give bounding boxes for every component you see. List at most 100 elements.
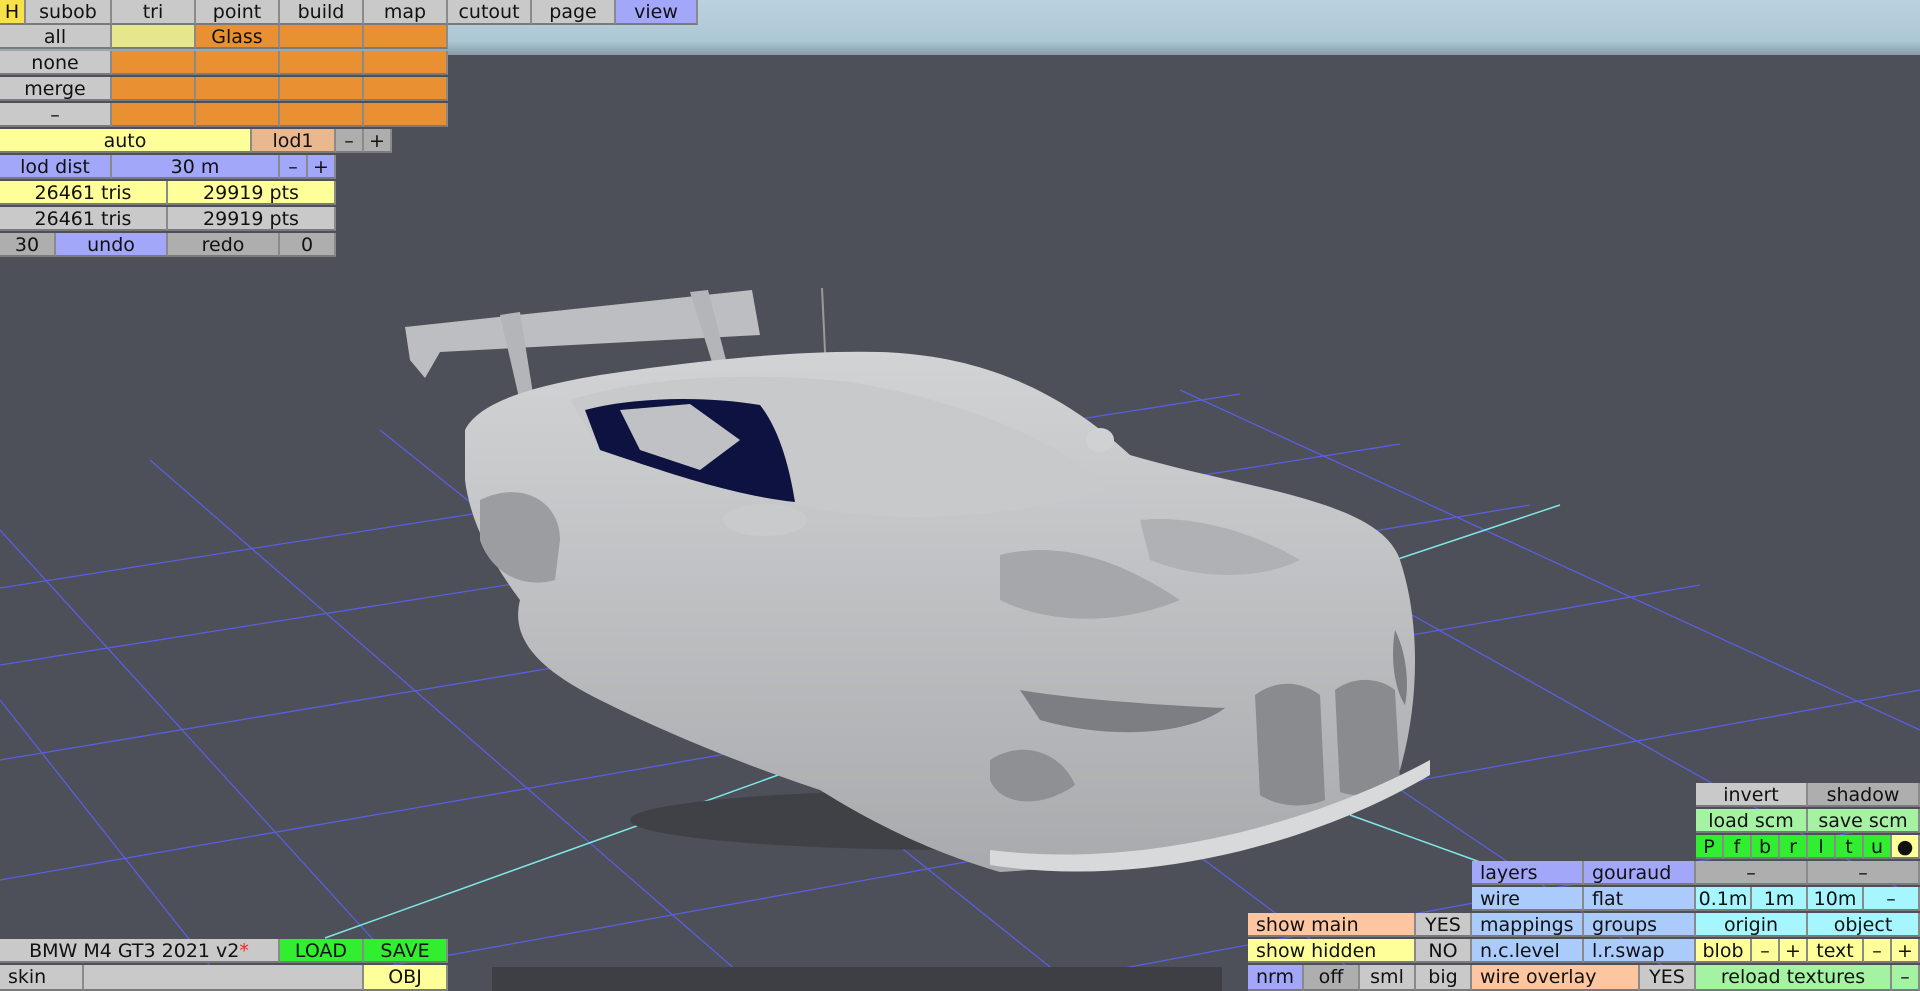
text-button[interactable]: text xyxy=(1808,939,1864,963)
subob-slot-0[interactable] xyxy=(112,25,196,49)
lod-dist-plus-button[interactable]: + xyxy=(308,155,336,179)
groups-button[interactable]: groups xyxy=(1584,913,1696,937)
save-button[interactable]: SAVE xyxy=(364,939,448,963)
show-hidden-value[interactable]: NO xyxy=(1416,939,1472,963)
grid-1m-button[interactable]: 1m xyxy=(1752,887,1808,911)
scene-dash-left[interactable]: – xyxy=(1696,861,1808,885)
lod-minus-button[interactable]: – xyxy=(336,129,364,153)
layers-button[interactable]: layers xyxy=(1472,861,1584,885)
blob-button[interactable]: blob xyxy=(1696,939,1752,963)
subob-slot-14[interactable] xyxy=(280,103,364,127)
total-pts-count: 29919 pts xyxy=(168,207,336,231)
shadow-button[interactable]: shadow xyxy=(1808,783,1920,807)
show-hidden-toggle[interactable]: show hidden xyxy=(1248,939,1416,963)
tab-build[interactable]: build xyxy=(280,0,364,25)
select-all-button[interactable]: all xyxy=(0,25,112,49)
subob-slot-15[interactable] xyxy=(364,103,448,127)
view-front-button[interactable]: f xyxy=(1724,835,1752,859)
lod-dist-label: lod dist xyxy=(0,155,112,179)
status-strip xyxy=(492,967,1222,991)
redo-button[interactable]: redo xyxy=(168,233,280,257)
show-main-value[interactable]: YES xyxy=(1416,913,1472,937)
skin-button[interactable]: skin xyxy=(0,965,84,991)
text-plus-button[interactable]: + xyxy=(1892,939,1920,963)
lod-dist-minus-button[interactable]: – xyxy=(280,155,308,179)
reload-dash-button[interactable]: – xyxy=(1892,965,1920,991)
subob-slot-6[interactable] xyxy=(280,51,364,75)
blob-minus-button[interactable]: – xyxy=(1752,939,1780,963)
view-right-button[interactable]: r xyxy=(1780,835,1808,859)
scene-dash-right[interactable]: – xyxy=(1808,861,1920,885)
view-top-button[interactable]: t xyxy=(1836,835,1864,859)
lod-level-button[interactable]: lod1 xyxy=(252,129,336,153)
wire-overlay-toggle[interactable]: wire overlay xyxy=(1472,965,1640,991)
flat-button[interactable]: flat xyxy=(1584,887,1696,911)
view-left-button[interactable]: l xyxy=(1808,835,1836,859)
subob-slot-11[interactable] xyxy=(364,77,448,101)
nc-level-button[interactable]: n.c.level xyxy=(1472,939,1584,963)
modified-marker: * xyxy=(239,940,249,962)
normals-off-button[interactable]: off xyxy=(1304,965,1360,991)
select-none-button[interactable]: none xyxy=(0,51,112,75)
total-tris-count: 26461 tris xyxy=(0,207,168,231)
normals-small-button[interactable]: sml xyxy=(1360,965,1416,991)
tab-subob[interactable]: subob xyxy=(26,0,112,25)
subob-slot-7[interactable] xyxy=(364,51,448,75)
tab-point[interactable]: point xyxy=(196,0,280,25)
tab-map[interactable]: map xyxy=(364,0,448,25)
subob-slot-8[interactable] xyxy=(112,77,196,101)
text-minus-button[interactable]: – xyxy=(1864,939,1892,963)
undo-button[interactable]: undo xyxy=(56,233,168,257)
car-model xyxy=(405,287,1430,872)
subob-slot-glass[interactable]: Glass xyxy=(196,25,280,49)
grid-0-1m-button[interactable]: 0.1m xyxy=(1696,887,1752,911)
view-dot-button[interactable]: ● xyxy=(1892,835,1920,859)
wire-button[interactable]: wire xyxy=(1472,887,1584,911)
load-button[interactable]: LOAD xyxy=(280,939,364,963)
wire-overlay-value[interactable]: YES xyxy=(1640,965,1696,991)
skin-field[interactable] xyxy=(84,965,364,991)
subob-dash-button[interactable]: – xyxy=(0,103,112,127)
lod-auto-button[interactable]: auto xyxy=(0,129,252,153)
tab-h[interactable]: H xyxy=(0,0,26,25)
subob-slot-10[interactable] xyxy=(280,77,364,101)
view-perspective-button[interactable]: P xyxy=(1696,835,1724,859)
subob-slot-9[interactable] xyxy=(196,77,280,101)
load-scm-button[interactable]: load scm xyxy=(1696,809,1808,833)
gouraud-button[interactable]: gouraud xyxy=(1584,861,1696,885)
reload-textures-button[interactable]: reload textures xyxy=(1696,965,1892,991)
undo-count: 30 xyxy=(0,233,56,257)
tab-page[interactable]: page xyxy=(532,0,616,25)
subob-slot-3[interactable] xyxy=(364,25,448,49)
lod-dist-value[interactable]: 30 m xyxy=(112,155,280,179)
file-name: BMW M4 GT3 2021 v2 xyxy=(29,940,240,962)
redo-count: 0 xyxy=(280,233,336,257)
save-scm-button[interactable]: save scm xyxy=(1808,809,1920,833)
tab-view[interactable]: view xyxy=(616,0,698,25)
lr-swap-button[interactable]: l.r.swap xyxy=(1584,939,1696,963)
normals-button[interactable]: nrm xyxy=(1248,965,1304,991)
origin-button[interactable]: origin xyxy=(1696,913,1808,937)
invert-button[interactable]: invert xyxy=(1696,783,1808,807)
normals-big-button[interactable]: big xyxy=(1416,965,1472,991)
subob-slot-13[interactable] xyxy=(196,103,280,127)
show-main-toggle[interactable]: show main xyxy=(1248,913,1416,937)
merge-button[interactable]: merge xyxy=(0,77,112,101)
subob-slot-5[interactable] xyxy=(196,51,280,75)
tab-tri[interactable]: tri xyxy=(112,0,196,25)
subob-slot-2[interactable] xyxy=(280,25,364,49)
subob-slot-12[interactable] xyxy=(112,103,196,127)
grid-10m-button[interactable]: 10m xyxy=(1808,887,1864,911)
tab-cutout[interactable]: cutout xyxy=(448,0,532,25)
mappings-button[interactable]: mappings xyxy=(1472,913,1584,937)
file-name-field[interactable]: BMW M4 GT3 2021 v2* xyxy=(0,939,280,963)
obj-button[interactable]: OBJ xyxy=(364,965,448,991)
view-under-button[interactable]: u xyxy=(1864,835,1892,859)
object-button[interactable]: object xyxy=(1808,913,1920,937)
blob-plus-button[interactable]: + xyxy=(1780,939,1808,963)
lod-plus-button[interactable]: + xyxy=(364,129,392,153)
grid-dash-button[interactable]: – xyxy=(1864,887,1920,911)
subob-slot-4[interactable] xyxy=(112,51,196,75)
selected-pts-count: 29919 pts xyxy=(168,181,336,205)
view-back-button[interactable]: b xyxy=(1752,835,1780,859)
